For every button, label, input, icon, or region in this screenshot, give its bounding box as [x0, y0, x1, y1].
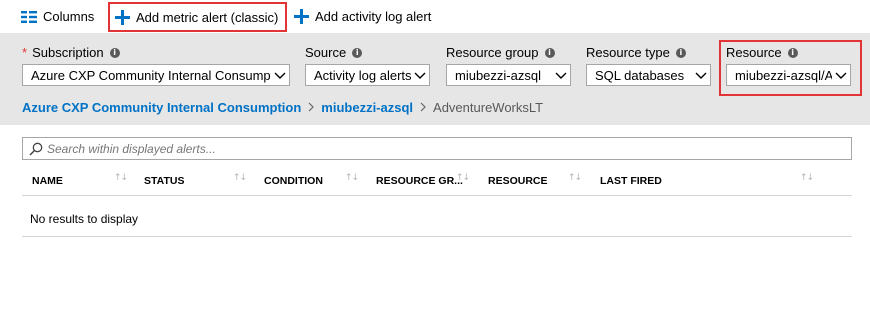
- sort-icon[interactable]: ↑↓: [800, 173, 814, 183]
- resource-group-value: miubezzi-azsql: [455, 67, 541, 83]
- columns-label: Columns: [43, 9, 95, 24]
- breadcrumb-subscription[interactable]: Azure CXP Community Internal Consumption: [22, 100, 301, 115]
- info-icon[interactable]: i: [544, 47, 555, 58]
- source-label: Source: [305, 45, 347, 60]
- info-icon[interactable]: i: [352, 47, 363, 58]
- sort-icon[interactable]: ↑↓: [114, 173, 128, 183]
- add-activity-log-alert-button[interactable]: Add activity log alert: [294, 0, 431, 33]
- chevron-down-icon: [692, 65, 710, 85]
- info-icon[interactable]: i: [787, 47, 798, 58]
- resource-type-dropdown[interactable]: SQL databases: [586, 64, 711, 86]
- source-dropdown[interactable]: Activity log alerts: [305, 64, 430, 86]
- table-divider: [22, 236, 852, 237]
- column-header-resource[interactable]: RESOURCE: [488, 168, 548, 194]
- filter-panel: * Subscription i Azure CXP Community Int…: [0, 33, 870, 125]
- plus-icon: [115, 9, 130, 25]
- resource-group-dropdown[interactable]: miubezzi-azsql: [446, 64, 571, 86]
- subscription-dropdown[interactable]: Azure CXP Community Internal Consumption: [22, 64, 290, 86]
- chevron-down-icon: [552, 65, 570, 85]
- breadcrumb-resource-group[interactable]: miubezzi-azsql: [321, 100, 413, 115]
- column-header-last-fired[interactable]: LAST FIRED: [600, 168, 662, 194]
- chevron-right-icon: [308, 102, 315, 112]
- subscription-label: Subscription: [32, 45, 104, 60]
- sort-icon[interactable]: ↑↓: [568, 173, 582, 183]
- add-activity-log-alert-label: Add activity log alert: [315, 9, 432, 24]
- source-filter: Source i Activity log alerts: [305, 44, 430, 86]
- add-metric-alert-label: Add metric alert (classic): [136, 9, 279, 25]
- chevron-down-icon: [271, 65, 289, 85]
- search-input[interactable]: [47, 141, 851, 156]
- columns-button[interactable]: Columns: [21, 0, 94, 33]
- resource-type-label: Resource type: [586, 45, 670, 60]
- sort-icon[interactable]: ↑↓: [233, 173, 247, 183]
- subscription-value: Azure CXP Community Internal Consumption: [31, 67, 271, 83]
- plus-icon: [294, 9, 309, 24]
- breadcrumb: Azure CXP Community Internal Consumption…: [22, 98, 543, 116]
- search-icon: [29, 142, 43, 156]
- info-icon[interactable]: i: [675, 47, 686, 58]
- resource-value: miubezzi-azsql/AdventureWorksLT: [735, 67, 832, 83]
- resource-type-filter: Resource type i SQL databases: [586, 44, 711, 86]
- source-value: Activity log alerts: [314, 67, 411, 83]
- resource-dropdown[interactable]: miubezzi-azsql/AdventureWorksLT: [726, 64, 851, 86]
- column-header-status[interactable]: STATUS: [144, 168, 184, 194]
- sort-icon[interactable]: ↑↓: [345, 173, 359, 183]
- chevron-right-icon: [420, 102, 426, 112]
- column-header-condition[interactable]: CONDITION: [264, 168, 323, 194]
- chevron-down-icon: [832, 65, 850, 85]
- resource-filter: Resource i miubezzi-azsql/AdventureWorks…: [726, 44, 851, 86]
- required-marker: *: [22, 45, 28, 60]
- add-metric-alert-button[interactable]: Add metric alert (classic): [108, 2, 288, 32]
- column-header-name[interactable]: NAME: [32, 168, 63, 194]
- column-header-resource-group[interactable]: RESOURCE GR...: [376, 168, 463, 194]
- resource-group-filter: Resource group i miubezzi-azsql: [446, 44, 571, 86]
- columns-icon: [21, 10, 37, 23]
- breadcrumb-current: AdventureWorksLT: [433, 99, 544, 115]
- sort-icon[interactable]: ↑↓: [456, 173, 470, 183]
- alerts-table-header: NAME ↑↓ STATUS ↑↓ CONDITION ↑↓ RESOURCE …: [22, 168, 852, 196]
- resource-type-value: SQL databases: [595, 67, 685, 83]
- resource-group-label: Resource group: [446, 45, 539, 60]
- toolbar: Columns Add metric alert (classic) Add a…: [0, 0, 870, 33]
- info-icon[interactable]: i: [109, 47, 120, 58]
- empty-state-text: No results to display: [30, 212, 139, 226]
- subscription-filter: * Subscription i Azure CXP Community Int…: [22, 44, 290, 86]
- chevron-down-icon: [411, 65, 429, 85]
- resource-label: Resource: [726, 45, 782, 60]
- alerts-search-box[interactable]: [22, 137, 852, 160]
